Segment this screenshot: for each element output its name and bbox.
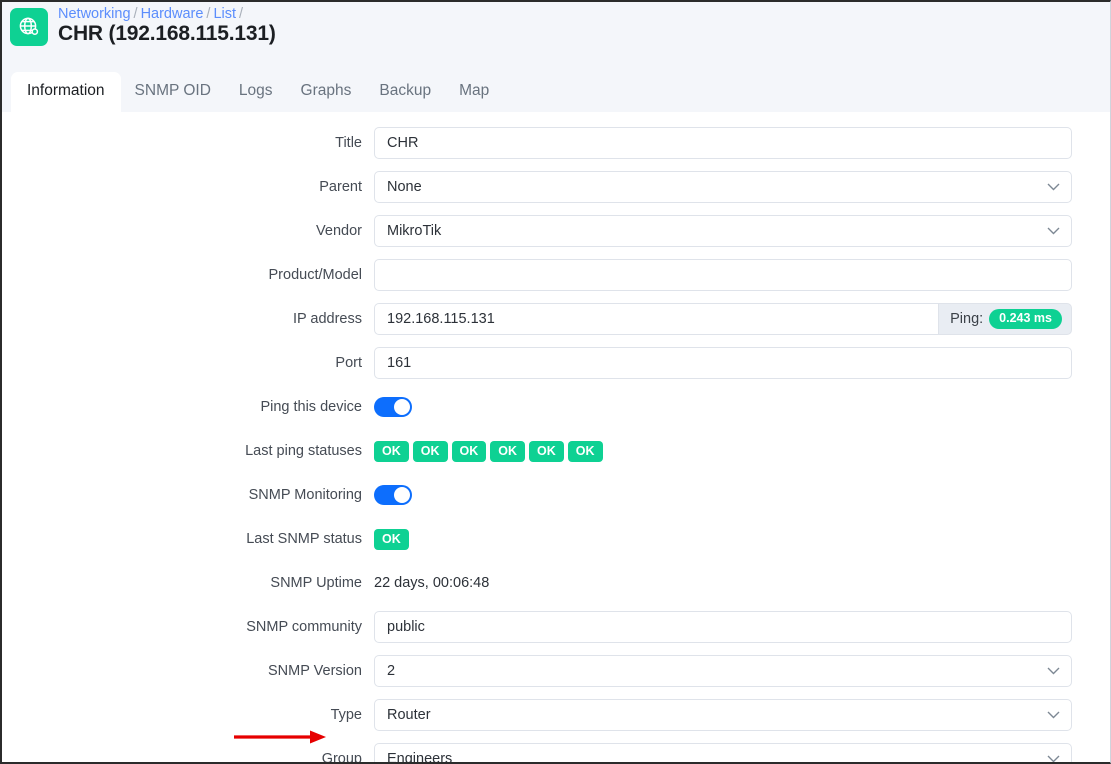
page-title: CHR (192.168.115.131) [58, 22, 276, 45]
label-snmp-uptime: SNMP Uptime [270, 575, 362, 591]
tab-information[interactable]: Information [11, 72, 121, 112]
label-parent: Parent [319, 179, 362, 195]
ping-value-badge: 0.243 ms [989, 309, 1062, 329]
label-snmp-community: SNMP community [246, 619, 362, 635]
product-model-input[interactable] [374, 259, 1072, 291]
tab-bar: Information SNMP OID Logs Graphs Backup … [2, 70, 1110, 112]
parent-select[interactable]: None [374, 171, 1072, 203]
last-ping-statuses-list: OK OK OK OK OK OK [374, 440, 603, 462]
label-vendor: Vendor [316, 223, 362, 239]
form-row-snmp-version: SNMP Version 2 [2, 649, 1110, 693]
group-select-value: Engineers [387, 751, 453, 764]
form-row-type: Type Router [2, 693, 1110, 737]
status-badge: OK [374, 528, 409, 550]
form-row-parent: Parent None [2, 165, 1110, 209]
label-snmp-monitoring: SNMP Monitoring [248, 487, 362, 503]
ping-result-addon: Ping: 0.243 ms [938, 303, 1072, 335]
parent-select-value: None [387, 179, 422, 195]
form-row-port: Port 161 [2, 341, 1110, 385]
status-badge: OK [529, 440, 564, 462]
form-row-last-ping-statuses: Last ping statuses OK OK OK OK OK OK [2, 429, 1110, 473]
port-input[interactable]: 161 [374, 347, 1072, 379]
form-row-title: Title CHR [2, 121, 1110, 165]
label-last-snmp-status: Last SNMP status [246, 531, 362, 547]
ping-label: Ping: [950, 311, 984, 327]
last-snmp-status-list: OK [374, 528, 409, 550]
label-title: Title [335, 135, 362, 151]
ping-this-device-toggle[interactable] [374, 397, 412, 417]
label-port: Port [335, 355, 362, 371]
status-badge: OK [412, 440, 448, 462]
chevron-down-icon [1047, 227, 1060, 236]
label-group: Group [321, 751, 362, 764]
label-ip-address: IP address [292, 311, 362, 327]
page-header: Networking / Hardware / List / CHR (192.168.1… [2, 2, 1110, 70]
status-badge: OK [567, 440, 603, 462]
chevron-down-icon [1047, 183, 1060, 192]
globe-network-icon [10, 8, 48, 46]
form-row-last-snmp-status: Last SNMP status OK [2, 517, 1110, 561]
status-badge: OK [451, 440, 487, 462]
form-row-group: Group Engineers [2, 737, 1110, 764]
breadcrumb-item-list[interactable]: List [213, 6, 236, 22]
snmp-version-select[interactable]: 2 [374, 655, 1072, 687]
information-form: Title CHR Parent None Vendor MikroTik Pr… [2, 112, 1110, 762]
form-row-ping-device: Ping this device [2, 385, 1110, 429]
tab-backup[interactable]: Backup [365, 72, 445, 112]
tab-graphs[interactable]: Graphs [287, 72, 366, 112]
form-row-ip-address: IP address 192.168.115.131 Ping: 0.243 m… [2, 297, 1110, 341]
type-select-value: Router [387, 707, 431, 723]
breadcrumb-item-networking[interactable]: Networking [58, 6, 131, 22]
toggle-knob [394, 487, 410, 503]
chevron-down-icon [1047, 667, 1060, 676]
breadcrumb: Networking / Hardware / List / [58, 4, 246, 24]
device-information-page: Networking / Hardware / List / CHR (192.168.1… [0, 0, 1111, 764]
toggle-knob [394, 399, 410, 415]
tab-snmp-oid[interactable]: SNMP OID [121, 72, 225, 112]
label-last-ping-statuses: Last ping statuses [245, 443, 362, 459]
label-snmp-version: SNMP Version [267, 663, 362, 679]
chevron-down-icon [1047, 711, 1060, 720]
chevron-down-icon [1047, 755, 1060, 762]
status-badge: OK [374, 440, 409, 462]
form-row-snmp-uptime: SNMP Uptime 22 days, 00:06:48 [2, 561, 1110, 605]
form-row-vendor: Vendor MikroTik [2, 209, 1110, 253]
tab-map[interactable]: Map [445, 72, 503, 112]
status-badge: OK [490, 440, 525, 462]
form-row-snmp-monitoring: SNMP Monitoring [2, 473, 1110, 517]
label-product-model: Product/Model [268, 267, 363, 283]
label-ping-this-device: Ping this device [260, 399, 362, 415]
tab-logs[interactable]: Logs [225, 72, 287, 112]
title-input[interactable]: CHR [374, 127, 1072, 159]
form-row-product-model: Product/Model [2, 253, 1110, 297]
ip-address-input[interactable]: 192.168.115.131 [374, 303, 939, 335]
breadcrumb-separator: / [206, 6, 211, 22]
snmp-community-input[interactable]: public [374, 611, 1072, 643]
group-select[interactable]: Engineers [374, 743, 1072, 764]
type-select[interactable]: Router [374, 699, 1072, 731]
label-type: Type [330, 707, 362, 723]
breadcrumb-separator: / [239, 6, 244, 22]
vendor-select-value: MikroTik [387, 223, 442, 239]
vendor-select[interactable]: MikroTik [374, 215, 1072, 247]
snmp-version-select-value: 2 [387, 663, 396, 679]
snmp-monitoring-toggle[interactable] [374, 485, 412, 505]
form-row-snmp-community: SNMP community public [2, 605, 1110, 649]
breadcrumb-separator: / [133, 6, 138, 22]
breadcrumb-item-hardware[interactable]: Hardware [141, 6, 204, 22]
snmp-uptime-value: 22 days, 00:06:48 [374, 575, 490, 591]
